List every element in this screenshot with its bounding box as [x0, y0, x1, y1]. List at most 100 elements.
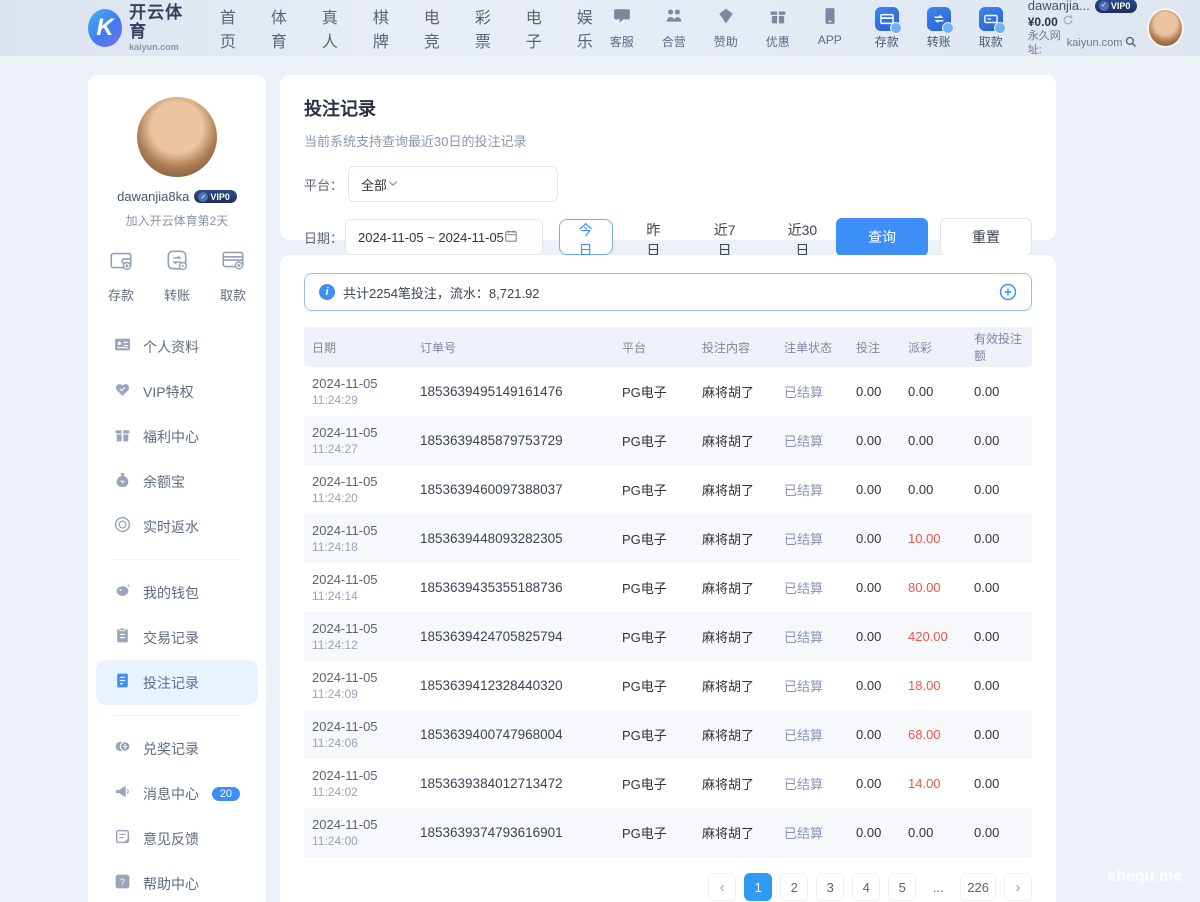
platform-label: 平台：	[304, 175, 348, 194]
cell-status: 已结算	[776, 367, 848, 416]
header-status: 注单状态	[776, 327, 848, 367]
range-7days-button[interactable]: 近7日	[694, 219, 755, 255]
sidebar-item-wallet[interactable]: 我的钱包	[96, 570, 258, 615]
cell-order: 1853639400747968004	[412, 710, 614, 759]
page-next-button[interactable]: ›	[1004, 873, 1032, 901]
table-row: 2024-11-0511:24:201853639460097388037PG电…	[304, 465, 1032, 514]
page-prev-button[interactable]: ‹	[708, 873, 736, 901]
cell-platform: PG电子	[614, 710, 694, 759]
sidebar-item-bet-records[interactable]: 投注记录	[96, 660, 258, 705]
cell-valid: 0.00	[966, 465, 1032, 514]
sidebar-item-rebate[interactable]: 实时返水	[96, 504, 258, 549]
cell-status: 已结算	[776, 563, 848, 612]
cell-date: 2024-11-0511:24:00	[304, 808, 412, 857]
feedback-icon	[114, 828, 131, 850]
transfer-button[interactable]: 转账	[920, 7, 958, 50]
page-button-4[interactable]: 4	[852, 873, 880, 901]
cell-valid: 0.00	[966, 612, 1032, 661]
quick-withdraw-button[interactable]: 取款	[220, 247, 246, 304]
sidebar-item-feedback[interactable]: 意见反馈	[96, 816, 258, 861]
sponsor-button[interactable]: 赞助	[708, 7, 744, 50]
nav-slots[interactable]: 电子	[526, 4, 553, 52]
cell-bet: 0.00	[848, 612, 900, 661]
sidebar-divider	[114, 715, 240, 716]
brand-logo[interactable]: K 开云体育 kaiyun.com	[88, 4, 194, 51]
vip-check-icon: ✓	[198, 192, 208, 202]
nav-lottery[interactable]: 彩票	[475, 4, 502, 52]
cell-date: 2024-11-0511:24:20	[304, 465, 412, 514]
main-nav: 首页 体育 真人 棋牌 电竞 彩票 电子 娱乐	[220, 4, 604, 52]
reset-button[interactable]: 重置	[940, 218, 1032, 256]
page-button-5[interactable]: 5	[888, 873, 916, 901]
cell-content: 麻将胡了	[694, 514, 776, 563]
cell-payout: 80.00	[900, 563, 966, 612]
sidebar-item-prizes[interactable]: 兑奖记录	[96, 726, 258, 771]
cell-content: 麻将胡了	[694, 563, 776, 612]
page-button-226[interactable]: 226	[960, 873, 996, 901]
nav-sports[interactable]: 体育	[271, 4, 298, 52]
app-button[interactable]: APP	[812, 7, 848, 50]
page-button-1[interactable]: 1	[744, 873, 772, 901]
deposit-button[interactable]: 存款	[868, 7, 906, 50]
brand-name: 开云体育	[129, 4, 194, 41]
profile-avatar[interactable]	[137, 97, 217, 177]
platform-value: 全部	[361, 175, 387, 194]
nav-entertainment[interactable]: 娱乐	[577, 4, 604, 52]
quick-transfer-button[interactable]: 转账	[164, 247, 190, 304]
sidebar-item-yuebao[interactable]: 余额宝	[96, 459, 258, 504]
nav-esports[interactable]: 电竞	[424, 4, 451, 52]
page-button-2[interactable]: 2	[780, 873, 808, 901]
bet-records-icon	[114, 672, 131, 694]
partners-button[interactable]: 合营	[656, 7, 692, 50]
sidebar-item-messages[interactable]: 消息中心 20	[96, 771, 258, 816]
table-row: 2024-11-0511:24:121853639424705825794PG电…	[304, 612, 1032, 661]
cell-payout: 68.00	[900, 710, 966, 759]
plus-circle-icon[interactable]	[999, 283, 1017, 301]
nav-home[interactable]: 首页	[220, 4, 247, 52]
cell-payout: 0.00	[900, 808, 966, 857]
cell-valid: 0.00	[966, 661, 1032, 710]
site-url: kaiyun.com	[1067, 37, 1123, 51]
header-bet: 投注	[848, 327, 900, 367]
range-yesterday-button[interactable]: 昨日	[627, 219, 681, 255]
cell-platform: PG电子	[614, 465, 694, 514]
refresh-icon[interactable]	[1062, 14, 1074, 30]
promo-button[interactable]: 优惠	[760, 7, 796, 50]
chevron-down-icon	[387, 177, 399, 192]
cell-order: 1853639495149161476	[412, 367, 614, 416]
quick-deposit-button[interactable]: 存款	[108, 247, 134, 304]
partners-icon	[665, 7, 683, 30]
search-button[interactable]: 查询	[836, 218, 928, 256]
service-button[interactable]: 客服	[604, 7, 640, 50]
date-range-value: 2024-11-05 ~ 2024-11-05	[358, 230, 504, 245]
sidebar-item-profile[interactable]: 个人资料	[96, 324, 258, 369]
cell-bet: 0.00	[848, 661, 900, 710]
messages-count-badge: 20	[212, 787, 240, 801]
avatar[interactable]	[1147, 8, 1184, 48]
nav-live[interactable]: 真人	[322, 4, 349, 52]
cell-order: 1853639424705825794	[412, 612, 614, 661]
header-content: 投注内容	[694, 327, 776, 367]
sidebar-item-transactions[interactable]: 交易记录	[96, 615, 258, 660]
cell-content: 麻将胡了	[694, 416, 776, 465]
quick-range-group: 今日 昨日 近7日 近30日	[559, 219, 836, 255]
info-icon: i	[319, 284, 335, 300]
platform-select[interactable]: 全部	[348, 166, 558, 202]
sidebar-item-help[interactable]: ? 帮助中心	[96, 861, 258, 902]
date-range-input[interactable]: 2024-11-05 ~ 2024-11-05	[345, 219, 543, 255]
range-today-button[interactable]: 今日	[559, 219, 613, 255]
table-row: 2024-11-0511:24:021853639384012713472PG电…	[304, 759, 1032, 808]
nav-chess[interactable]: 棋牌	[373, 4, 400, 52]
withdraw-button[interactable]: 取款	[972, 7, 1010, 50]
sidebar-item-welfare[interactable]: 福利中心	[96, 414, 258, 459]
range-30days-button[interactable]: 近30日	[769, 219, 836, 255]
cell-content: 麻将胡了	[694, 661, 776, 710]
sidebar-item-vip[interactable]: VIP特权	[96, 369, 258, 414]
search-icon[interactable]	[1125, 36, 1137, 53]
rebate-coin-icon	[114, 516, 131, 538]
cell-payout: 0.00	[900, 416, 966, 465]
piggy-bank-icon	[114, 582, 131, 604]
vip-heart-icon	[114, 381, 131, 403]
cell-status: 已结算	[776, 514, 848, 563]
page-button-3[interactable]: 3	[816, 873, 844, 901]
